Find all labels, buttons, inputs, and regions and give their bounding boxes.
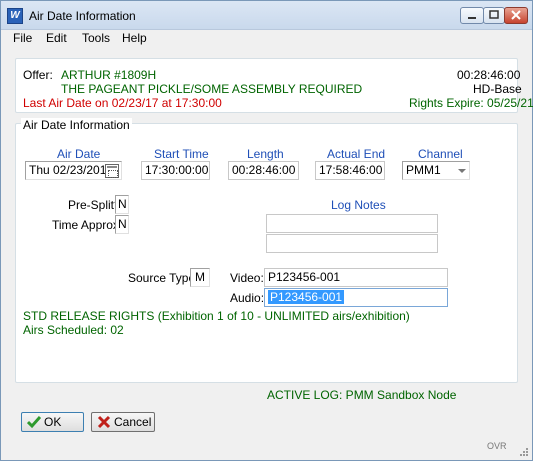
start-time-header: Start Time (154, 147, 209, 161)
window-title: Air Date Information (29, 9, 136, 23)
section-title: Air Date Information (21, 118, 132, 132)
cancel-label: Cancel (114, 415, 152, 429)
maximize-icon (489, 10, 499, 19)
minimize-icon (468, 17, 476, 19)
maximize-button[interactable] (483, 7, 505, 24)
video-field[interactable]: P123456-001 (264, 268, 448, 287)
cancel-button[interactable]: Cancel (91, 412, 155, 432)
ok-button[interactable]: OK (21, 412, 84, 432)
menu-help[interactable]: Help (122, 31, 147, 45)
source-type-label: Source Type: (128, 271, 199, 285)
channel-value: PMM1 (406, 163, 441, 177)
cancel-x-icon (97, 415, 111, 429)
air-date-header: Air Date (57, 147, 101, 161)
channel-header: Channel (418, 147, 463, 161)
app-logo-icon: W (7, 8, 23, 24)
calendar-icon[interactable] (105, 164, 119, 178)
offer-label: Offer: (23, 68, 53, 82)
presplit-field[interactable]: N (115, 195, 129, 214)
start-time-field[interactable]: 17:30:00:00 (141, 161, 210, 180)
episode-title: THE PAGEANT PICKLE/SOME ASSEMBLY REQUIRE… (61, 82, 363, 96)
audio-label: Audio: (230, 291, 265, 305)
log-notes-header: Log Notes (331, 198, 386, 212)
video-label: Video: (230, 271, 264, 285)
menu-tools[interactable]: Tools (82, 31, 110, 45)
rights-line: STD RELEASE RIGHTS (Exhibition 1 of 10 -… (23, 309, 410, 323)
title-bar[interactable]: W Air Date Information (1, 1, 532, 30)
close-icon (511, 10, 521, 20)
ok-label: OK (44, 415, 62, 429)
channel-dropdown[interactable]: PMM1 (402, 161, 470, 180)
audio-field[interactable]: P123456-001 (264, 288, 448, 307)
actual-end-field[interactable]: 17:58:46:00 (315, 161, 385, 180)
air-date-window: W Air Date Information File Edit Tools H… (0, 0, 533, 461)
log-notes-line-2[interactable] (266, 234, 438, 253)
minimize-button[interactable] (460, 7, 484, 24)
log-notes-line-1[interactable] (266, 214, 438, 233)
airs-scheduled: Airs Scheduled: 02 (23, 323, 124, 337)
length-header: Length (247, 147, 284, 161)
overwrite-mode-indicator: OVR (487, 441, 507, 451)
rights-expire: Rights Expire: 05/25/21 (409, 96, 533, 110)
audio-value: P123456-001 (268, 290, 345, 304)
source-type-field[interactable]: M (190, 268, 210, 287)
offer-format: HD-Base (473, 82, 522, 96)
chevron-down-icon (458, 169, 466, 173)
resize-grip-icon[interactable] (519, 447, 529, 457)
time-approx-field[interactable]: N (115, 215, 129, 234)
menu-edit[interactable]: Edit (46, 31, 67, 45)
active-log-status: ACTIVE LOG: PMM Sandbox Node (267, 388, 457, 402)
last-air-date: Last Air Date on 02/23/17 at 17:30:00 (23, 96, 222, 110)
offer-value: ARTHUR #1809H (61, 68, 157, 82)
menu-bar: File Edit Tools Help (1, 30, 532, 48)
presplit-label: Pre-Split? (68, 198, 121, 212)
menu-file[interactable]: File (13, 31, 32, 45)
length-field[interactable]: 00:28:46:00 (228, 161, 299, 180)
offer-duration: 00:28:46:00 (457, 68, 521, 82)
actual-end-header: Actual End (327, 147, 386, 161)
close-button[interactable] (504, 7, 528, 24)
checkmark-icon (27, 416, 41, 429)
